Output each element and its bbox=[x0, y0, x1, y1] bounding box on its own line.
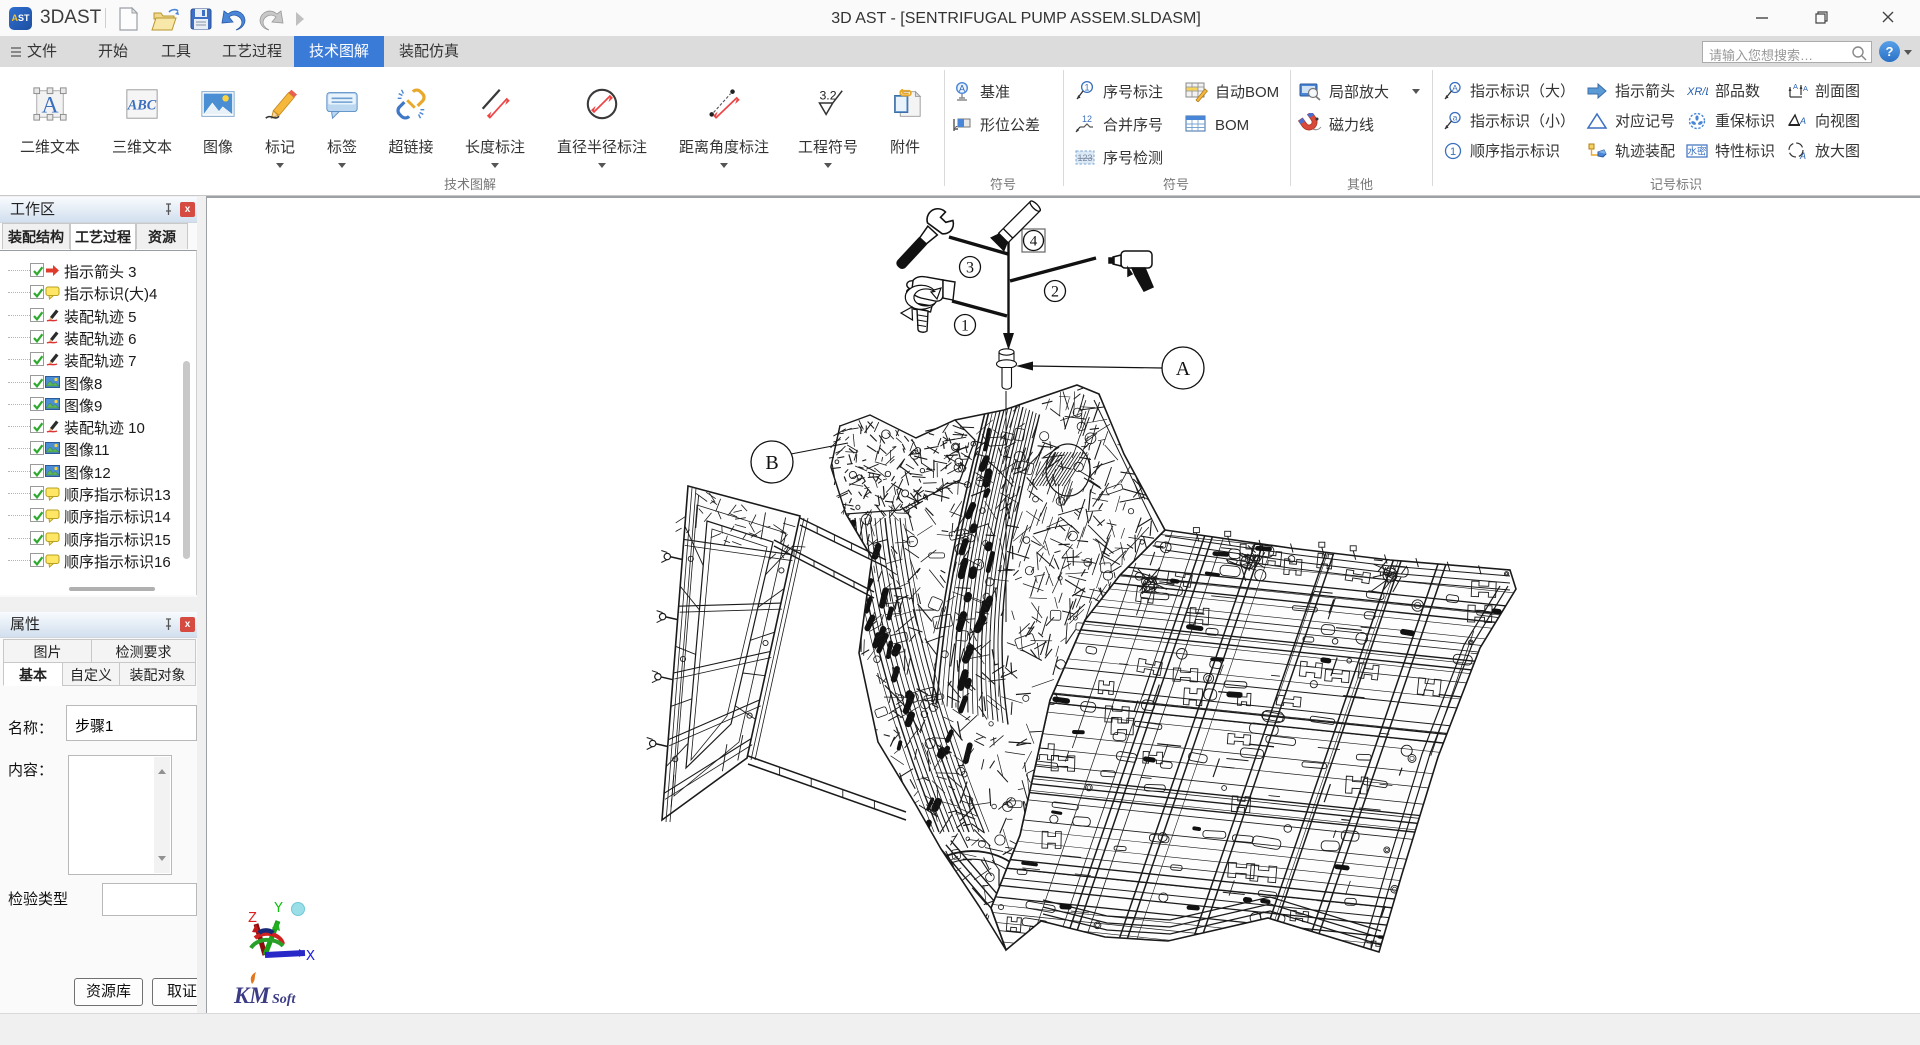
svg-text:123: 123 bbox=[1077, 153, 1092, 163]
svg-text:A: A bbox=[959, 84, 965, 94]
svg-text:水密: 水密 bbox=[1687, 146, 1707, 158]
svg-text:X: X bbox=[306, 948, 315, 965]
svg-text:1: 1 bbox=[1084, 83, 1089, 93]
svg-text:3: 3 bbox=[966, 259, 974, 276]
svg-text:A: A bbox=[1799, 151, 1806, 161]
svg-text:4: 4 bbox=[1030, 234, 1038, 250]
svg-text:XR/L: XR/L bbox=[1686, 86, 1708, 98]
svg-text:A: A bbox=[41, 93, 58, 119]
svg-text:A: A bbox=[1803, 84, 1808, 93]
svg-text:ABC: ABC bbox=[127, 98, 157, 114]
svg-text:Y: Y bbox=[274, 900, 283, 917]
svg-text:Soft: Soft bbox=[272, 992, 296, 1007]
svg-text:2: 2 bbox=[1051, 283, 1059, 300]
svg-text:A: A bbox=[1793, 82, 1798, 91]
svg-text:A: A bbox=[1799, 116, 1806, 126]
svg-text:1: 1 bbox=[1450, 146, 1456, 158]
svg-text:KM: KM bbox=[233, 983, 271, 1008]
svg-text:B: B bbox=[765, 452, 778, 474]
svg-text:A: A bbox=[1452, 83, 1458, 93]
svg-text:12: 12 bbox=[1082, 114, 1092, 124]
svg-text:1: 1 bbox=[961, 317, 969, 334]
svg-text:A: A bbox=[1176, 358, 1191, 380]
svg-text:a: a bbox=[1453, 113, 1458, 123]
